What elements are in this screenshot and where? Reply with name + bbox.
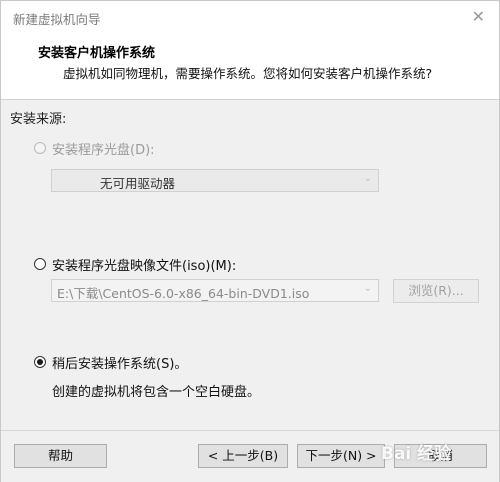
iso-path-value: E:\下载\CentOS-6.0-x86_64-bin-DVD1.iso — [57, 286, 310, 301]
close-icon[interactable]: ✕ — [472, 7, 485, 26]
install-source-label: 安装来源: — [10, 112, 67, 127]
radio-iso-image[interactable] — [34, 258, 46, 270]
dropdown-arrow-icon: ⌄ — [363, 283, 372, 294]
radio-installer-disc[interactable] — [34, 142, 46, 154]
wizard-footer: 帮助 < 上一步(B) 下一步(N) > 取消 Bai 经验 — [1, 430, 499, 482]
next-button[interactable]: 下一步(N) > — [297, 444, 385, 468]
option-iso-image-label: 安装程序光盘映像文件(iso)(M): — [52, 259, 237, 274]
install-later-description: 创建的虚拟机将包含一个空白硬盘。 — [52, 385, 261, 400]
back-button[interactable]: < 上一步(B) — [198, 444, 288, 468]
wizard-body: 安装来源: 安装程序光盘(D): 无可用驱动器 ⌄ 安装程序光盘映像文件(iso… — [1, 100, 499, 430]
radio-install-later[interactable] — [34, 356, 46, 368]
page-subtitle: 虚拟机如同物理机，需要操作系统。您将如何安装客户机操作系统? — [63, 66, 433, 81]
dropdown-arrow-icon: ⌄ — [363, 173, 372, 184]
option-installer-disc-label: 安装程序光盘(D): — [52, 143, 155, 158]
disc-drive-select[interactable]: 无可用驱动器 ⌄ — [51, 169, 379, 192]
title-bar: 新建虚拟机向导 ✕ — [1, 1, 499, 33]
cancel-button[interactable]: 取消 — [394, 444, 487, 468]
option-install-later-label: 稍后安装操作系统(S)。 — [52, 357, 188, 372]
disc-drive-value: 无可用驱动器 — [100, 176, 176, 191]
help-button[interactable]: 帮助 — [14, 444, 107, 468]
new-vm-wizard-window: 新建虚拟机向导 ✕ 安装客户机操作系统 虚拟机如同物理机，需要操作系统。您将如何… — [0, 0, 500, 482]
browse-button[interactable]: 浏览(R)... — [393, 279, 479, 303]
page-title: 安装客户机操作系统 — [38, 46, 156, 61]
window-title: 新建虚拟机向导 — [13, 12, 101, 27]
iso-path-combobox[interactable]: E:\下载\CentOS-6.0-x86_64-bin-DVD1.iso ⌄ — [51, 279, 379, 302]
wizard-header: 安装客户机操作系统 虚拟机如同物理机，需要操作系统。您将如何安装客户机操作系统? — [1, 33, 499, 100]
